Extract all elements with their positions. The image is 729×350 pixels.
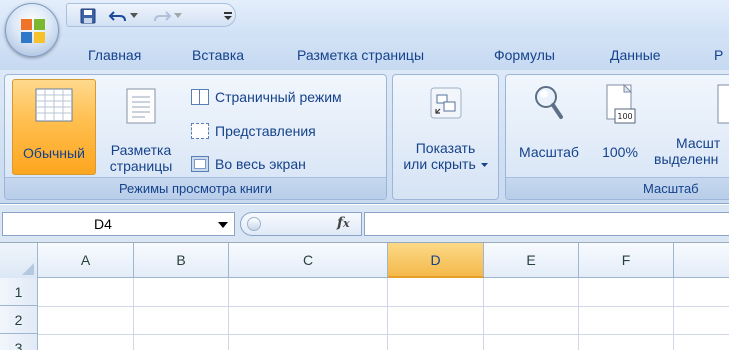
redo-dropdown-icon[interactable]	[173, 6, 183, 25]
page-break-icon	[191, 89, 209, 105]
column-headers: A B C D E F	[0, 243, 729, 278]
name-box[interactable]: D4	[2, 212, 235, 236]
show-hide-button[interactable]: Показать или скрыть	[396, 79, 495, 197]
row-gridline	[38, 334, 729, 335]
quick-access-toolbar	[66, 3, 236, 27]
tab-insert[interactable]: Вставка	[192, 47, 244, 63]
zoom-100-label: 100%	[602, 144, 638, 160]
name-box-dropdown-icon[interactable]	[218, 222, 228, 228]
column-header-d[interactable]: D	[388, 243, 484, 278]
tab-home[interactable]: Главная	[88, 47, 141, 63]
undo-icon[interactable]	[107, 6, 129, 25]
row-header-3[interactable]: 3	[0, 334, 38, 350]
tab-page-layout[interactable]: Разметка страницы	[297, 47, 424, 63]
zoom-button[interactable]: Масштаб	[509, 79, 589, 175]
tab-data[interactable]: Данные	[610, 47, 661, 63]
page-layout-label-2: страницы	[109, 158, 173, 174]
insert-function-icon[interactable]: fx	[337, 215, 350, 231]
redo-icon[interactable]	[151, 6, 173, 25]
tab-review[interactable]: Р	[714, 47, 723, 63]
column-gridline	[578, 278, 579, 350]
column-gridline	[133, 278, 134, 350]
ribbon: Обычный Разметка страницы Страничный реж…	[0, 70, 729, 204]
column-gridline	[673, 278, 674, 350]
column-header-e[interactable]: E	[484, 243, 579, 278]
select-all-button[interactable]	[0, 243, 38, 278]
full-screen-label: Во весь экран	[215, 156, 306, 172]
zoom-100-icon: 100	[606, 83, 636, 124]
zoom-selection-icon	[717, 84, 729, 124]
office-button[interactable]	[5, 3, 59, 57]
column-gridline	[483, 278, 484, 350]
customize-qat-icon[interactable]	[222, 6, 234, 25]
zoom-100-button[interactable]: 100 100%	[594, 79, 646, 175]
show-hide-icon	[430, 87, 461, 119]
row-header-1[interactable]: 1	[0, 278, 38, 306]
full-screen-button[interactable]: Во весь экран	[191, 153, 306, 175]
zoom-group-label: Масштаб	[506, 177, 729, 199]
zoom-selection-button[interactable]: Масшт выделенн	[652, 79, 729, 175]
show-hide-label-2: или скрыть	[396, 156, 495, 172]
row-gridline	[38, 306, 729, 307]
page-break-label: Страничный режим	[215, 89, 342, 105]
dropdown-arrow-icon	[480, 162, 488, 167]
custom-views-button[interactable]: Представления	[191, 120, 316, 142]
zoom-selection-label-2: выделенн	[654, 151, 719, 167]
page-layout-icon	[126, 88, 156, 124]
workbook-views-label: Режимы просмотра книги	[5, 177, 386, 199]
formula-bar-controls: fx	[240, 212, 362, 236]
zoom-100-icon-text: 100	[617, 112, 632, 121]
page-layout-label-1: Разметка	[110, 142, 172, 158]
office-logo-icon	[21, 19, 45, 43]
zoom-selection-label-1: Масшт	[676, 135, 721, 151]
magnifier-icon	[535, 86, 563, 119]
custom-views-label: Представления	[215, 123, 316, 139]
column-header-a[interactable]: A	[38, 243, 134, 278]
zoom-label: Масштаб	[519, 144, 579, 160]
row-header-2[interactable]: 2	[0, 306, 38, 334]
show-hide-label-1: Показать	[415, 140, 476, 156]
custom-views-icon	[191, 123, 209, 139]
resize-handle-icon[interactable]	[247, 217, 261, 231]
undo-dropdown-icon[interactable]	[129, 6, 139, 25]
grid-icon	[35, 88, 73, 122]
column-header-f[interactable]: F	[579, 243, 674, 278]
column-gridline	[228, 278, 229, 350]
column-gridline	[387, 278, 388, 350]
column-header-b[interactable]: B	[134, 243, 229, 278]
name-box-value: D4	[94, 216, 112, 232]
tab-formulas[interactable]: Формулы	[494, 47, 555, 63]
worksheet-grid: A B C D E F 1 2 3	[0, 243, 729, 350]
workbook-views-group: Обычный Разметка страницы Страничный реж…	[4, 74, 387, 200]
ribbon-tabs: Главная Вставка Разметка страницы Формул…	[0, 38, 729, 70]
normal-view-label: Обычный	[23, 145, 85, 161]
formula-bar: D4 fx	[0, 205, 729, 243]
zoom-group: Масштаб 100 100% Масшт выделенн Масштаб	[505, 74, 729, 200]
title-bar	[0, 0, 729, 38]
page-break-preview-button[interactable]: Страничный режим	[191, 86, 342, 108]
column-header-c[interactable]: C	[229, 243, 388, 278]
formula-input[interactable]	[364, 212, 729, 236]
normal-view-button[interactable]: Обычный	[12, 79, 96, 175]
show-hide-group: Показать или скрыть	[392, 74, 499, 200]
full-screen-icon	[191, 156, 209, 172]
save-icon[interactable]	[79, 6, 97, 25]
page-layout-view-button[interactable]: Разметка страницы	[101, 79, 181, 175]
